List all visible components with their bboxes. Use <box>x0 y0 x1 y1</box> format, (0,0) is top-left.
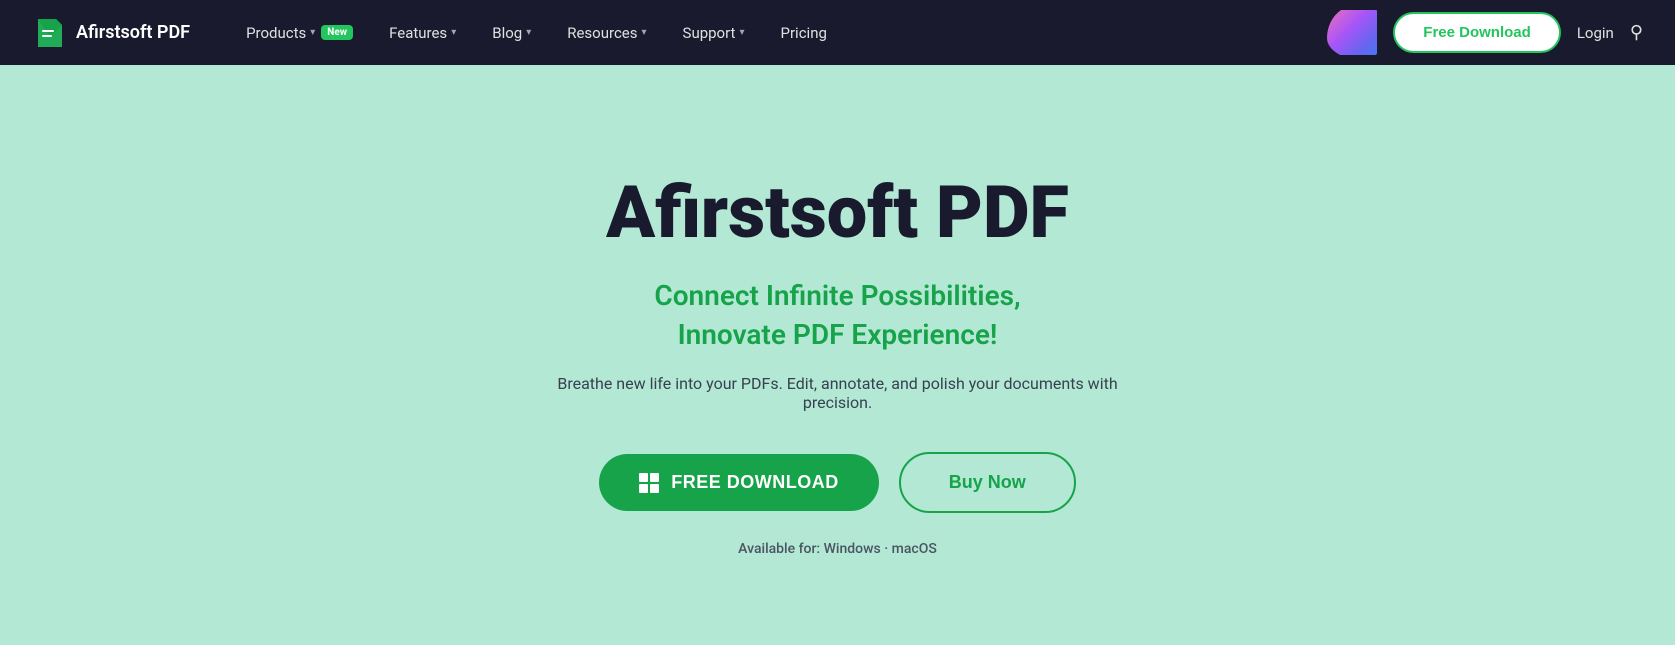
chevron-down-icon: ▾ <box>739 27 744 38</box>
nav-item-products[interactable]: Products ▾ New <box>230 16 369 50</box>
promo-image <box>1327 10 1377 55</box>
chevron-down-icon: ▾ <box>526 27 531 38</box>
nav-right: Free Download Login ⚲ <box>1327 10 1643 55</box>
hero-download-button[interactable]: FREE DOWNLOAD <box>599 454 879 511</box>
hero-subtitle-line2: Innovate PDF Experience! <box>678 318 998 351</box>
hero-buttons: FREE DOWNLOAD Buy Now <box>599 452 1076 513</box>
search-icon[interactable]: ⚲ <box>1630 22 1643 43</box>
nav-item-resources[interactable]: Resources ▾ <box>551 16 662 50</box>
nav-item-pricing[interactable]: Pricing <box>765 16 843 50</box>
logo-text: Afirstsoft PDF <box>76 22 190 43</box>
logo-icon <box>32 15 68 51</box>
chevron-down-icon: ▾ <box>642 27 647 38</box>
promo-blob <box>1327 10 1377 55</box>
nav-links: Products ▾ New Features ▾ Blog ▾ Resourc… <box>230 16 1327 50</box>
hero-buy-button[interactable]: Buy Now <box>899 452 1076 513</box>
hero-section: Afirstsoft PDF Connect Infinite Possibil… <box>0 65 1675 645</box>
hero-subtitle: Connect Infinite Possibilities, Innovate… <box>654 276 1020 354</box>
nav-item-features[interactable]: Features ▾ <box>373 16 472 50</box>
nav-blog-label: Blog <box>492 24 522 42</box>
nav-pricing-label: Pricing <box>781 24 827 42</box>
nav-resources-label: Resources <box>567 24 637 42</box>
chevron-down-icon: ▾ <box>310 27 315 38</box>
nav-item-support[interactable]: Support ▾ <box>667 16 761 50</box>
logo-link[interactable]: Afirstsoft PDF <box>32 15 190 51</box>
navbar: Afirstsoft PDF Products ▾ New Features ▾… <box>0 0 1675 65</box>
hero-available-value: Available for: Windows · macOS <box>738 541 937 557</box>
nav-free-download-button[interactable]: Free Download <box>1393 12 1561 53</box>
chevron-down-icon: ▾ <box>451 27 456 38</box>
nav-item-blog[interactable]: Blog ▾ <box>476 16 547 50</box>
hero-subtitle-line1: Connect Infinite Possibilities, <box>654 279 1020 312</box>
hero-description: Breathe new life into your PDFs. Edit, a… <box>538 374 1138 412</box>
nav-support-label: Support <box>683 24 736 42</box>
hero-download-label: FREE DOWNLOAD <box>671 472 839 493</box>
login-link[interactable]: Login <box>1577 24 1614 42</box>
nav-new-badge: New <box>321 25 353 40</box>
nav-products-label: Products <box>246 24 306 42</box>
hero-available-text: Available for: Windows · macOS <box>738 541 937 557</box>
hero-title: Afirstsoft PDF <box>606 173 1069 252</box>
windows-icon <box>639 473 659 493</box>
nav-features-label: Features <box>389 24 447 42</box>
